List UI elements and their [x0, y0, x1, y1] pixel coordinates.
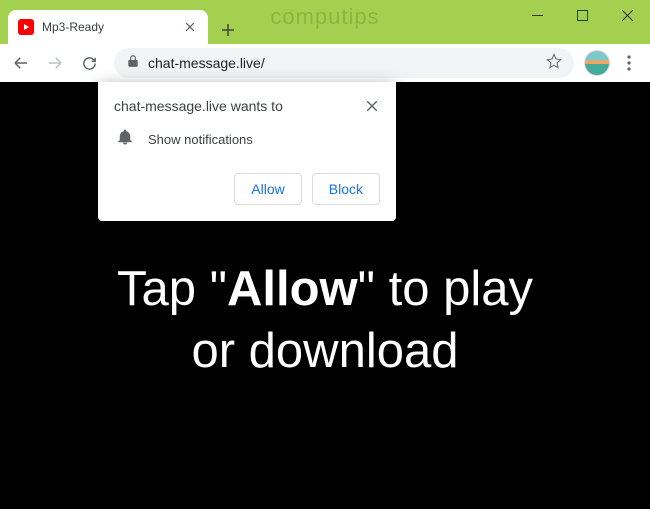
permission-capability-text: Show notifications [148, 132, 253, 147]
lure-line1-bold: Allow [227, 262, 358, 316]
watermark-text: computips [270, 4, 379, 30]
bookmark-star-icon[interactable] [546, 53, 562, 74]
lure-line2: or download [192, 324, 459, 378]
window-controls [515, 0, 650, 30]
bell-icon [116, 128, 134, 151]
block-button[interactable]: Block [312, 173, 380, 205]
allow-button[interactable]: Allow [234, 173, 301, 205]
kebab-menu-button[interactable] [614, 48, 644, 78]
address-bar[interactable]: chat-message.live/ [114, 48, 574, 78]
reload-button[interactable] [74, 48, 104, 78]
maximize-button[interactable] [560, 0, 605, 30]
tab-title: Mp3-Ready [42, 20, 174, 34]
tab-close-button[interactable] [182, 19, 198, 35]
forward-button[interactable] [40, 48, 70, 78]
new-tab-button[interactable] [214, 16, 242, 44]
lure-text: Tap "Allow" to play or download [117, 209, 533, 382]
permission-close-button[interactable] [364, 98, 380, 114]
url-text: chat-message.live/ [148, 55, 538, 71]
profile-avatar[interactable] [584, 50, 610, 76]
youtube-favicon-icon [18, 19, 34, 35]
back-button[interactable] [6, 48, 36, 78]
lure-line1-post: " to play [358, 262, 533, 316]
browser-tab[interactable]: Mp3-Ready [8, 10, 208, 44]
lock-icon [126, 54, 140, 73]
notification-permission-dialog: chat-message.live wants to Show notifica… [98, 82, 396, 221]
browser-toolbar: chat-message.live/ [0, 44, 650, 82]
lure-line1-pre: Tap " [117, 262, 227, 316]
page-content: Tap "Allow" to play or download chat-mes… [0, 82, 650, 509]
minimize-button[interactable] [515, 0, 560, 30]
close-window-button[interactable] [605, 0, 650, 30]
permission-origin-text: chat-message.live wants to [114, 98, 283, 114]
